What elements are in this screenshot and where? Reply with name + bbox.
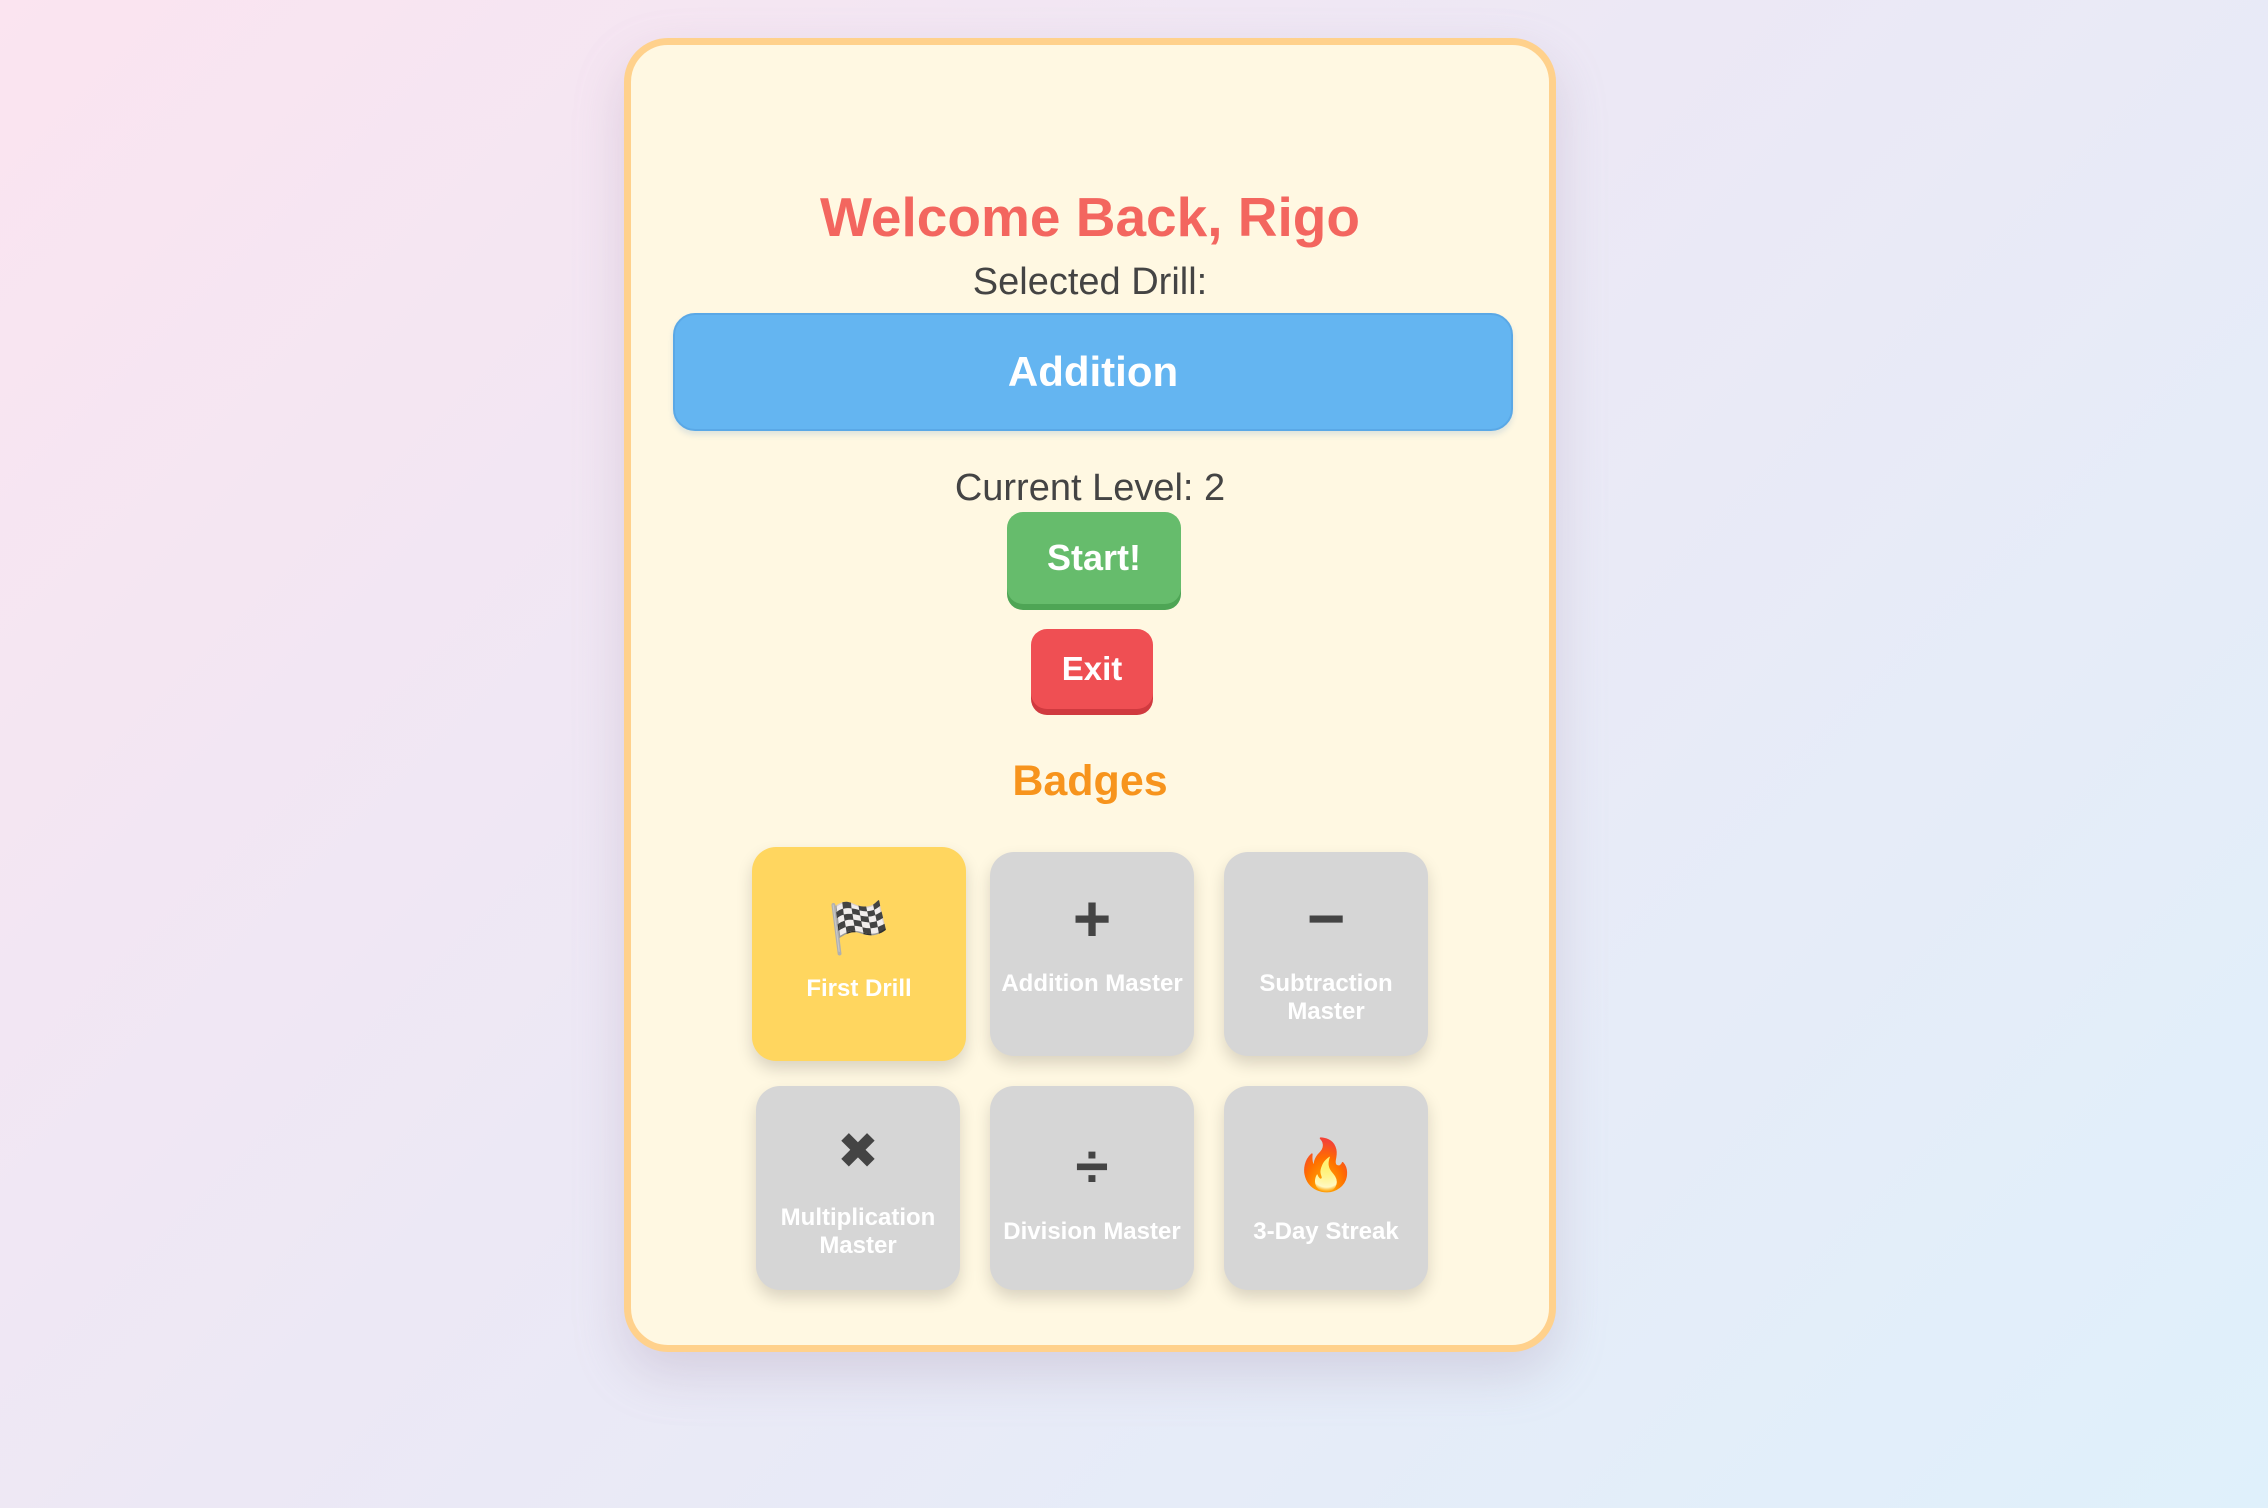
badge-label: 3-Day Streak (1253, 1218, 1399, 1245)
drill-card: Welcome Back, Rigo Selected Drill: Addit… (624, 38, 1556, 1352)
minus-icon: − (1306, 881, 1346, 955)
badge-label: Addition Master (1001, 970, 1183, 997)
welcome-title: Welcome Back, Rigo (820, 186, 1360, 248)
badge-multiplication-master: ✖ Multiplication Master (756, 1086, 960, 1290)
start-button[interactable]: Start! (1007, 512, 1181, 604)
badge-subtraction-master: − Subtraction Master (1224, 852, 1428, 1056)
badge-label: First Drill (806, 975, 912, 1002)
divide-icon: ÷ (1075, 1133, 1109, 1200)
badge-first-drill: 🏁 First Drill (752, 847, 966, 1061)
badge-division-master: ÷ Division Master (990, 1086, 1194, 1290)
badge-label: Division Master (1003, 1218, 1181, 1245)
selected-drill-label: Selected Drill: (972, 261, 1208, 303)
exit-button[interactable]: Exit (1031, 629, 1153, 709)
badge-label: Multiplication Master (780, 1204, 936, 1259)
selected-drill-button[interactable]: Addition (673, 313, 1513, 431)
plus-icon: + (1072, 881, 1112, 955)
checkered-flag-icon: 🏁 (827, 900, 891, 956)
badge-3-day-streak: 🔥 3-Day Streak (1224, 1086, 1428, 1290)
current-level-text: Current Level: 2 (954, 467, 1226, 509)
fire-icon: 🔥 (1294, 1137, 1358, 1193)
badge-addition-master: + Addition Master (990, 852, 1194, 1056)
badge-label: Subtraction Master (1259, 970, 1393, 1025)
badges-title: Badges (1012, 757, 1168, 805)
multiply-icon: ✖ (837, 1123, 879, 1179)
